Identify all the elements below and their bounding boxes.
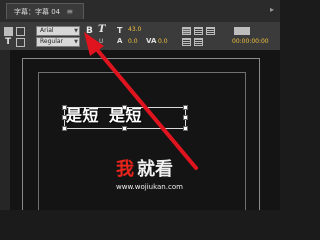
subtitle-word-1: 是短	[66, 106, 100, 125]
chevron-down-icon: ▼	[74, 39, 78, 45]
tab-subtitle[interactable]: 字幕：字幕 04 ≡	[6, 3, 85, 19]
resize-handle[interactable]	[183, 126, 188, 131]
leading-icon: A	[117, 37, 123, 45]
watermark-url: www.wojiukan.com	[116, 183, 183, 191]
tab-stops-button[interactable]	[182, 38, 191, 46]
title-designer-window: 字幕：字幕 04 ≡ ▸ T Arial ▼ Regular ▼ B T U T…	[0, 0, 280, 210]
font-size-value[interactable]: 43.0	[128, 27, 141, 33]
chevron-down-icon: ▼	[74, 28, 78, 34]
subtitle-text[interactable]: 是短 是短	[66, 106, 142, 126]
align-right-button[interactable]	[206, 27, 215, 35]
align-center-button[interactable]	[194, 27, 203, 35]
tab-label: 字幕：字幕 04	[14, 8, 61, 16]
font-style-dropdown[interactable]: Regular ▼	[36, 37, 80, 47]
watermark: 我 就看 www.wojiukan.com	[116, 160, 222, 198]
tools-strip	[0, 50, 10, 210]
background-video-icon[interactable]	[16, 38, 25, 47]
font-style-value: Regular	[40, 38, 64, 45]
underline-button[interactable]: U	[99, 39, 103, 45]
tab-bar: 字幕：字幕 04 ≡ ▸	[0, 0, 280, 22]
kerning-icon: VA	[146, 37, 157, 45]
template-icon[interactable]	[16, 27, 25, 36]
timecode-display[interactable]: 00:00:00:00	[232, 39, 269, 45]
font-family-dropdown[interactable]: Arial ▼	[36, 26, 80, 36]
tab-menu-icon[interactable]: ≡	[66, 7, 73, 16]
resize-handle[interactable]	[62, 126, 67, 131]
resize-handle[interactable]	[122, 126, 127, 131]
show-background-icon[interactable]	[234, 27, 250, 35]
italic-button[interactable]: T	[98, 25, 105, 35]
font-family-value: Arial	[40, 27, 54, 34]
leading-value[interactable]: 0.0	[128, 39, 138, 45]
roll-crawl-icon[interactable]	[4, 27, 13, 36]
title-toolbar: T Arial ▼ Regular ▼ B T U T 43.0 A 0.0 V…	[0, 22, 280, 51]
resize-handle[interactable]	[183, 115, 188, 120]
panel-menu-icon[interactable]: ▸	[270, 6, 274, 14]
bold-button[interactable]: B	[86, 27, 93, 36]
safe-title-button[interactable]	[194, 38, 203, 46]
watermark-logo-red: 我	[116, 159, 134, 180]
watermark-logo-white: 就看	[137, 159, 173, 180]
text-tool-icon[interactable]: T	[5, 38, 11, 47]
kerning-value[interactable]: 0.0	[158, 39, 168, 45]
subtitle-word-2: 是短	[109, 106, 143, 125]
align-left-button[interactable]	[182, 27, 191, 35]
resize-handle[interactable]	[183, 105, 188, 110]
font-size-icon: T	[117, 26, 123, 35]
